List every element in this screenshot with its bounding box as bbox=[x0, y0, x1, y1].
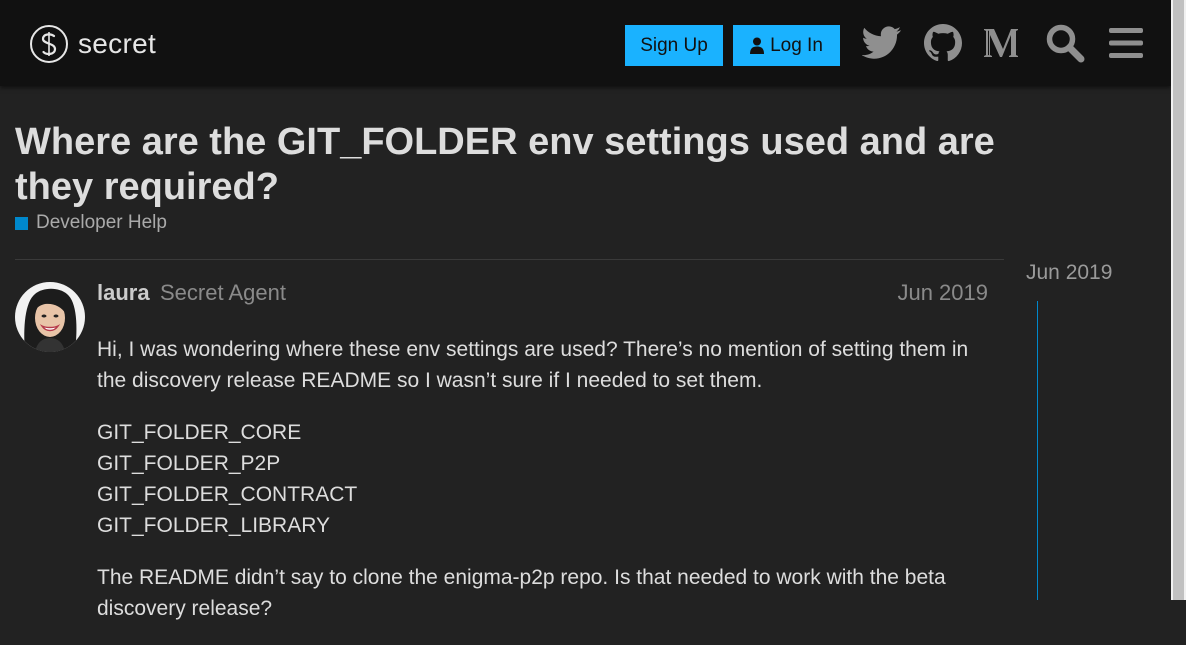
site-logo[interactable]: secret bbox=[29, 24, 156, 64]
topic-divider bbox=[15, 259, 1004, 260]
category-name: Developer Help bbox=[36, 212, 167, 233]
post-user-title: Secret Agent bbox=[160, 280, 286, 305]
log-in-button[interactable]: Log In bbox=[733, 25, 840, 66]
user-icon bbox=[750, 37, 765, 54]
site-header: secret Sign Up Log In bbox=[0, 0, 1171, 86]
category-color-square bbox=[15, 216, 28, 230]
post-body: Hi, I was wondering where these env sett… bbox=[97, 334, 997, 645]
hamburger-menu-icon[interactable] bbox=[1105, 22, 1147, 64]
medium-icon[interactable] bbox=[982, 22, 1024, 64]
logo-text: secret bbox=[78, 28, 157, 59]
env-var-item: GIT_FOLDER_LIBRARY bbox=[97, 514, 331, 537]
page-scrollbar[interactable] bbox=[1171, 0, 1186, 600]
post-date[interactable]: Jun 2019 bbox=[897, 280, 988, 306]
timeline-scroll-track[interactable] bbox=[1037, 301, 1038, 600]
env-var-item: GIT_FOLDER_P2P bbox=[97, 452, 281, 475]
avatar[interactable] bbox=[15, 282, 85, 352]
search-icon[interactable] bbox=[1044, 22, 1086, 64]
secret-logo-icon bbox=[30, 25, 68, 63]
category-badge[interactable]: Developer Help bbox=[15, 212, 167, 234]
post-paragraph: The README didn’t say to clone the enigm… bbox=[97, 566, 946, 620]
sign-up-label: Sign Up bbox=[640, 34, 708, 56]
log-in-label: Log In bbox=[770, 34, 823, 56]
post-paragraph: Hi, I was wondering where these env sett… bbox=[97, 338, 969, 392]
env-var-item: GIT_FOLDER_CORE bbox=[97, 421, 302, 444]
scrollbar-thumb[interactable] bbox=[1173, 0, 1184, 600]
sign-up-button[interactable]: Sign Up bbox=[625, 25, 723, 66]
github-icon[interactable] bbox=[922, 22, 964, 64]
topic-title[interactable]: Where are the GIT_FOLDER env settings us… bbox=[15, 120, 1015, 210]
twitter-icon[interactable] bbox=[861, 22, 903, 64]
post-username[interactable]: laura bbox=[97, 280, 150, 306]
env-var-item: GIT_FOLDER_CONTRACT bbox=[97, 483, 358, 506]
timeline-start-date[interactable]: Jun 2019 bbox=[1026, 261, 1112, 285]
env-var-list: GIT_FOLDER_CORE GIT_FOLDER_P2P GIT_FOLDE… bbox=[97, 417, 997, 541]
